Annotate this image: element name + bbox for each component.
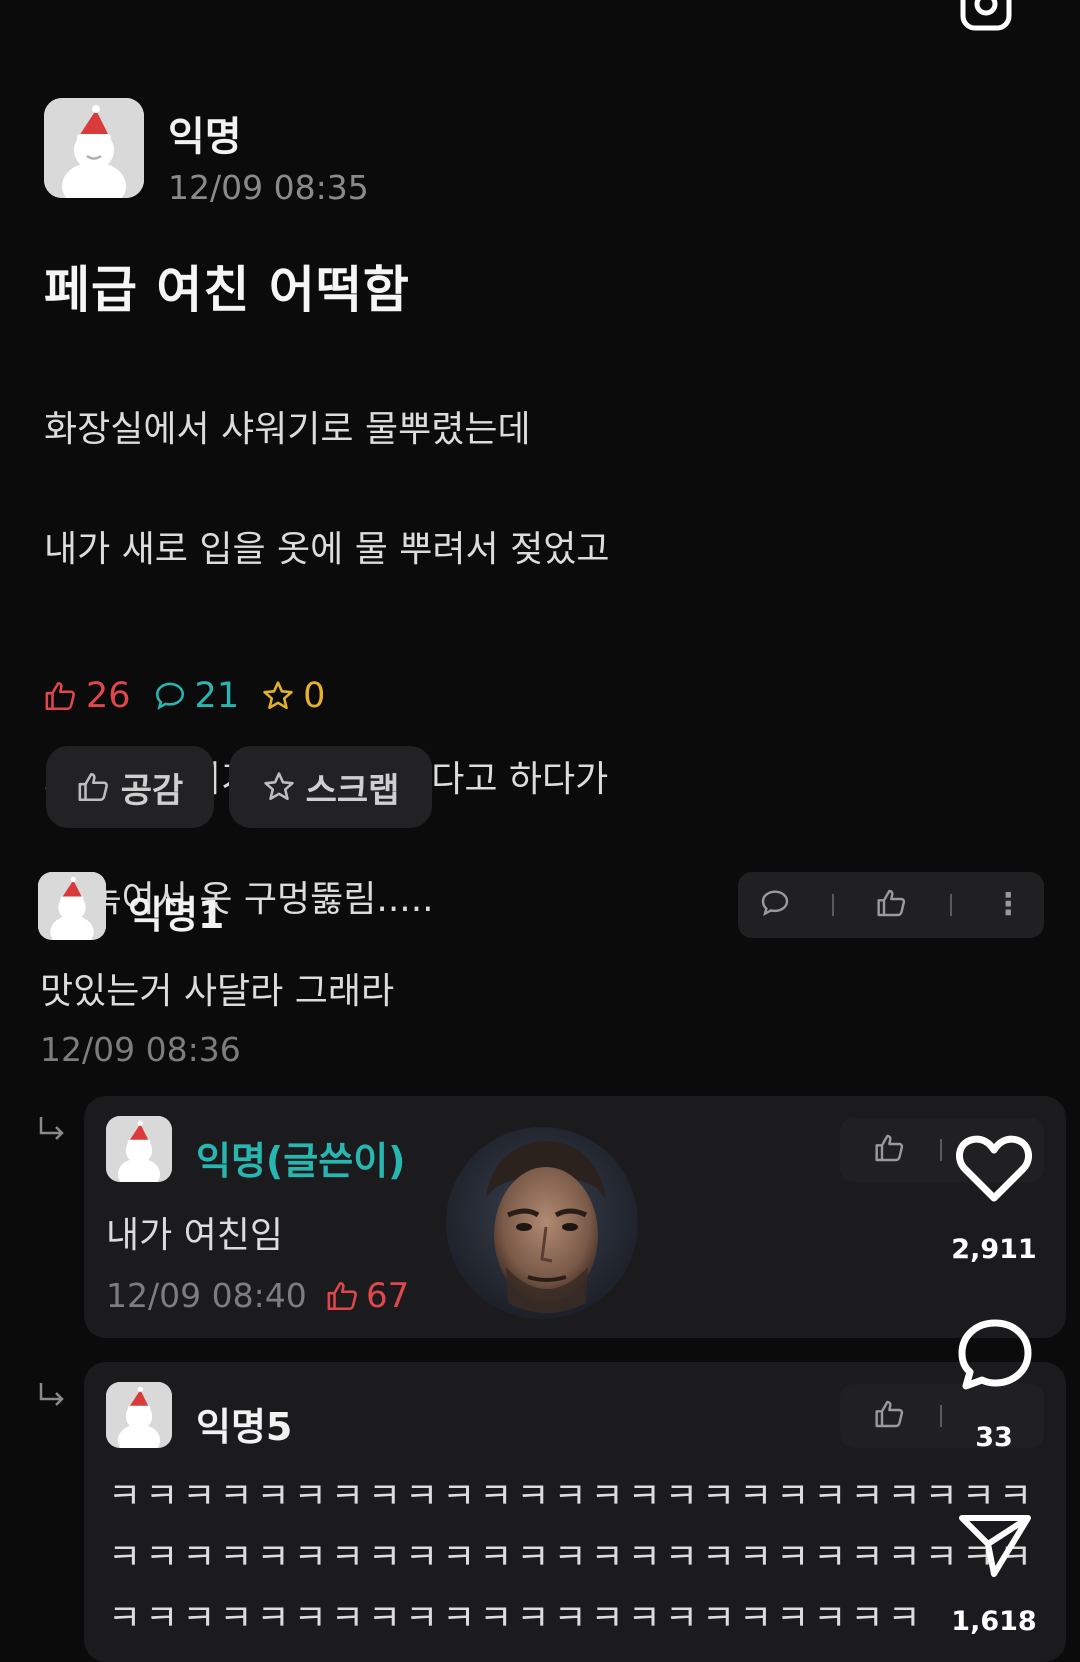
- comment-count: 21: [194, 676, 240, 716]
- post-body-line: 화장실에서 샤워기로 물뿌렸는데: [44, 409, 531, 450]
- post-author: 익명: [168, 114, 242, 160]
- reply-avatar: [106, 1382, 172, 1448]
- reply-text-line: ㅋㅋㅋㅋㅋㅋㅋㅋㅋㅋㅋㅋㅋㅋㅋㅋㅋㅋㅋㅋㅋㅋㅋㅋㅋ: [108, 1537, 1037, 1578]
- thumbs-up-icon: [875, 1400, 904, 1428]
- vertical-dots-icon[interactable]: ⋮: [993, 890, 1023, 920]
- post-author-avatar: [44, 98, 144, 198]
- comment-timestamp: 12/09 08:36: [40, 1030, 241, 1069]
- reply-text: 내가 여친임: [106, 1215, 284, 1256]
- scrap-stat: 0: [261, 676, 325, 716]
- reply-avatar: [106, 1116, 172, 1182]
- like-reply-button[interactable]: [874, 1132, 906, 1168]
- post-stats: 26 21 0: [44, 676, 325, 716]
- comment-stat: 21: [153, 676, 240, 716]
- comment-author: 익명1: [128, 893, 225, 937]
- scrap-button-label: 스크랩: [305, 770, 400, 811]
- reel-comment-count: 33: [975, 1422, 1013, 1453]
- reply-text: ㅋㅋㅋㅋㅋㅋㅋㅋㅋㅋㅋㅋㅋㅋㅋㅋㅋㅋㅋㅋㅋㅋㅋㅋㅋ ㅋㅋㅋㅋㅋㅋㅋㅋㅋㅋㅋㅋㅋㅋ…: [108, 1466, 1036, 1649]
- empathy-button[interactable]: 공감: [46, 746, 214, 828]
- reply-timestamp: 12/09 08:40: [106, 1276, 307, 1315]
- speech-bubble-icon: [155, 682, 184, 710]
- reply-like-count: 67: [366, 1276, 410, 1316]
- thumbs-up-icon: [45, 681, 75, 711]
- reply-arrow-icon: [36, 1380, 68, 1416]
- star-icon: [263, 681, 293, 710]
- separator: [832, 894, 835, 916]
- speech-bubble-icon[interactable]: [956, 1318, 1034, 1392]
- reply-text-line: ㅋㅋㅋㅋㅋㅋㅋㅋㅋㅋㅋㅋㅋㅋㅋㅋㅋㅋㅋㅋㅋㅋ: [108, 1598, 925, 1639]
- reel-like-count: 2,911: [951, 1234, 1037, 1265]
- like-comment-button[interactable]: [876, 887, 908, 923]
- reply-arrow-icon: [36, 1114, 68, 1150]
- speech-bubble-icon: [761, 890, 788, 917]
- scrap-button[interactable]: 스크랩: [229, 746, 432, 828]
- thumbs-up-icon: [78, 772, 108, 802]
- post-timestamp: 12/09 08:35: [168, 168, 369, 207]
- separator: [949, 894, 952, 916]
- post-body-line: 내가 새로 입을 옷에 물 뿌려서 젖었고: [44, 529, 610, 570]
- heart-icon[interactable]: [956, 1134, 1032, 1202]
- comment-text: 맛있는거 사달라 그래라: [40, 971, 395, 1012]
- paper-plane-icon[interactable]: [958, 1512, 1032, 1578]
- camera-icon[interactable]: [957, 0, 1015, 40]
- like-count: 26: [86, 676, 131, 716]
- comment-avatar: [38, 872, 106, 940]
- empathy-button-label: 공감: [120, 770, 184, 811]
- comment-action-bar: ⋮: [738, 872, 1044, 938]
- star-icon: [263, 772, 294, 801]
- like-reply-button[interactable]: [874, 1398, 906, 1434]
- reply-text-line: ㅋㅋㅋㅋㅋㅋㅋㅋㅋㅋㅋㅋㅋㅋㅋㅋㅋㅋㅋㅋㅋㅋㅋㅋㅋ: [108, 1476, 1037, 1517]
- reply-comment-button[interactable]: [759, 887, 791, 923]
- scrap-count: 0: [303, 676, 326, 716]
- thumbs-up-icon: [877, 889, 906, 917]
- reply-like-stat: 67: [326, 1276, 409, 1316]
- profile-photo[interactable]: [446, 1127, 638, 1319]
- reply-author-op: 익명(글쓴이): [196, 1139, 406, 1183]
- thumbs-up-icon: [875, 1134, 904, 1162]
- reply-author: 익명5: [196, 1405, 293, 1449]
- like-stat: 26: [44, 676, 131, 716]
- separator: [940, 1139, 942, 1161]
- reel-share-count: 1,618: [951, 1606, 1037, 1637]
- thumbs-up-icon: [327, 1281, 357, 1311]
- post-title: 페급 여친 어떡함: [44, 261, 410, 319]
